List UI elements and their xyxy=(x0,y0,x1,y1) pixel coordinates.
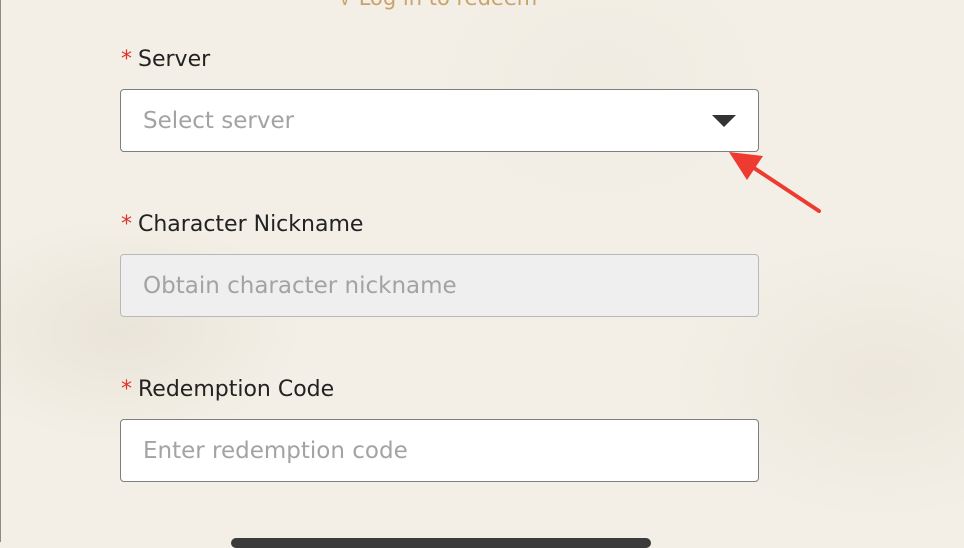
redemption-code-label-text: Redemption Code xyxy=(138,377,335,402)
server-select-placeholder: Select server xyxy=(143,107,295,134)
required-marker: * xyxy=(121,47,132,72)
annotation-arrow-head xyxy=(729,152,763,180)
required-marker: * xyxy=(121,377,132,402)
server-select[interactable]: Select server xyxy=(120,89,759,152)
annotation-arrow-shaft xyxy=(749,164,821,213)
server-label-text: Server xyxy=(138,47,211,72)
login-to-redeem-link[interactable]: ∨ Log in to redeem xyxy=(339,0,537,10)
server-label: * Server xyxy=(121,47,210,72)
redemption-code-input[interactable] xyxy=(120,419,759,482)
chevron-down-icon: ∨ xyxy=(339,0,351,9)
redemption-code-label: * Redemption Code xyxy=(121,377,334,402)
submit-button-edge[interactable] xyxy=(231,538,651,548)
nickname-label-text: Character Nickname xyxy=(138,212,364,237)
character-nickname-input xyxy=(120,254,759,317)
caret-down-icon[interactable] xyxy=(712,114,736,127)
nickname-label: * Character Nickname xyxy=(121,212,363,237)
login-link-label: Log in to redeem xyxy=(359,0,537,10)
required-marker: * xyxy=(121,212,132,237)
